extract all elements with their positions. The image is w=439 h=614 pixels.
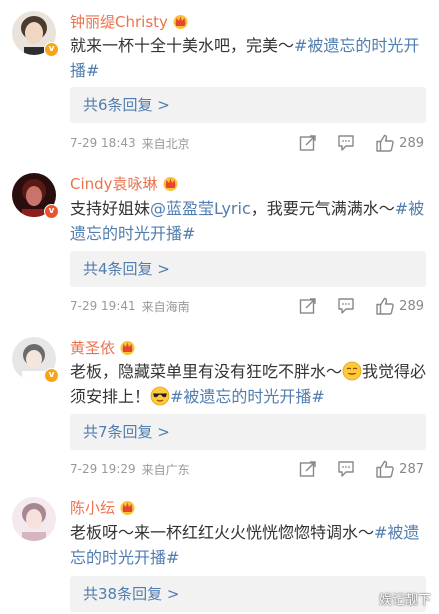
timestamp: 7-29 19:29 bbox=[70, 462, 136, 476]
like-count: 289 bbox=[399, 135, 424, 151]
crown-icon bbox=[119, 499, 136, 515]
verified-badge-icon: v bbox=[44, 368, 59, 383]
crown-icon bbox=[172, 13, 189, 29]
comment-item: 陈小纭 老板呀～来一杯红红火火恍恍惚惚特调水～#被遗忘的时光开播# 共38条回复… bbox=[0, 488, 439, 614]
comment-icon[interactable] bbox=[337, 134, 355, 152]
author-row: 黄圣依 bbox=[70, 336, 136, 358]
verified-badge-icon: v bbox=[44, 42, 59, 57]
timestamp: 7-29 18:43 bbox=[70, 136, 136, 150]
comment-text: 老板，隐藏菜单里有没有狂吃不胖水～ 我觉得必须安排上！ #被遗忘的时光开播# bbox=[70, 361, 427, 406]
mention-link[interactable]: @蓝盈莹Lyric bbox=[150, 199, 251, 218]
comment-text: 老板呀～来一杯红红火火恍恍惚惚特调水～#被遗忘的时光开播# bbox=[70, 523, 420, 567]
replies-button[interactable]: 共7条回复 > bbox=[70, 414, 426, 450]
comment-meta: 7-29 18:43 来自北京 289 bbox=[70, 133, 430, 153]
author-row: 陈小纭 bbox=[70, 496, 136, 518]
share-icon[interactable] bbox=[299, 460, 317, 478]
replies-button[interactable]: 共6条回复 > bbox=[70, 87, 426, 123]
watermark: 娱记靓下 bbox=[378, 593, 431, 608]
timestamp: 7-29 19:41 bbox=[70, 299, 136, 313]
comment-text: 支持好姐妹@蓝盈莹Lyric，我要元气满满水～#被遗忘的时光开播# bbox=[70, 199, 425, 243]
author-name[interactable]: Cindy袁咏琳 bbox=[70, 173, 158, 194]
like-count: 289 bbox=[399, 298, 424, 314]
comment-item: v 黄圣依 老板，隐藏菜单里有没有狂吃不胖水～ 我觉得必须安排上！ #被遗忘的时光开… bbox=[0, 328, 439, 488]
crown-icon bbox=[162, 175, 179, 191]
author-name[interactable]: 钟丽缇Christy bbox=[70, 11, 168, 32]
author-row: Cindy袁咏琳 bbox=[70, 172, 179, 194]
verified-badge-icon: v bbox=[44, 204, 59, 219]
grin-emoji-icon bbox=[342, 361, 362, 381]
author-name[interactable]: 黄圣依 bbox=[70, 337, 115, 358]
comment-item: v Cindy袁咏琳 支持好姐妹@蓝盈莹Lyric，我要元气满满水～#被遗忘的时… bbox=[0, 160, 439, 328]
action-bar: 289 bbox=[279, 296, 424, 316]
share-icon[interactable] bbox=[299, 297, 317, 315]
thumbs-up-icon[interactable] bbox=[375, 459, 395, 479]
avatar[interactable] bbox=[12, 497, 56, 541]
comment-meta: 7-29 19:29 来自广东 287 bbox=[70, 459, 430, 479]
author-name[interactable]: 陈小纭 bbox=[70, 497, 115, 518]
replies-button[interactable]: 共38条回复 > bbox=[70, 576, 426, 612]
thumbs-up-icon[interactable] bbox=[375, 296, 395, 316]
source-location: 来自北京 bbox=[141, 136, 190, 151]
sunglasses-emoji-icon bbox=[150, 386, 170, 406]
thumbs-up-icon[interactable] bbox=[375, 133, 395, 153]
comment-item: v 钟丽缇Christy 就来一杯十全十美水吧，完美～#被遗忘的时光开播# 共6… bbox=[0, 0, 439, 160]
action-bar: 289 bbox=[279, 133, 424, 153]
hashtag-link[interactable]: #被遗忘的时光开播# bbox=[170, 387, 325, 406]
crown-icon bbox=[119, 339, 136, 355]
source-location: 来自海南 bbox=[141, 299, 190, 314]
comment-text: 就来一杯十全十美水吧，完美～#被遗忘的时光开播# bbox=[70, 36, 420, 80]
comment-meta: 7-29 19:41 来自海南 289 bbox=[70, 296, 430, 316]
comment-icon[interactable] bbox=[337, 297, 355, 315]
replies-button[interactable]: 共4条回复 > bbox=[70, 251, 426, 287]
like-count: 287 bbox=[399, 461, 424, 477]
source-location: 来自广东 bbox=[141, 462, 190, 477]
comment-icon[interactable] bbox=[337, 460, 355, 478]
author-row: 钟丽缇Christy bbox=[70, 10, 189, 32]
action-bar: 287 bbox=[279, 459, 424, 479]
share-icon[interactable] bbox=[299, 134, 317, 152]
